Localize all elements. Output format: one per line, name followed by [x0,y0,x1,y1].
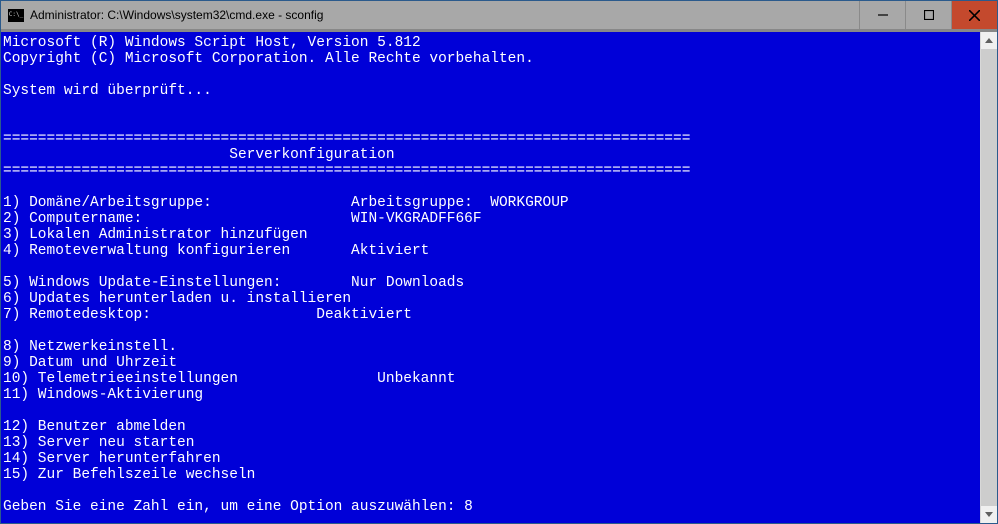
titlebar[interactable]: Administrator: C:\Windows\system32\cmd.e… [1,1,997,30]
prompt: Geben Sie eine Zahl ein, um eine Option … [3,499,980,515]
menu-item [3,259,980,275]
menu-item: 15) Zur Befehlszeile wechseln [3,467,980,483]
menu-item: 4) Remoteverwaltung konfigurieren Aktivi… [3,243,980,259]
menu-item: 11) Windows-Aktivierung [3,387,980,403]
scroll-track[interactable] [981,49,997,506]
menu-item: 12) Benutzer abmelden [3,419,980,435]
window-title: Administrator: C:\Windows\system32\cmd.e… [30,8,859,22]
menu-item: 2) Computername: WIN-VKGRADFF66F [3,211,980,227]
maximize-button[interactable] [905,1,951,29]
terminal[interactable]: Microsoft (R) Windows Script Host, Versi… [1,32,980,523]
menu-item [3,403,980,419]
copyright-line: Copyright (C) Microsoft Corporation. All… [3,51,980,67]
window-controls [859,1,997,29]
cmd-icon [8,9,24,22]
menu-item: 5) Windows Update-Einstellungen: Nur Dow… [3,275,980,291]
cmd-window: Administrator: C:\Windows\system32\cmd.e… [0,0,998,524]
script-host-line: Microsoft (R) Windows Script Host, Versi… [3,35,980,51]
separator-top: ========================================… [3,131,980,147]
menu-item [3,323,980,339]
minimize-button[interactable] [859,1,905,29]
menu-item: 3) Lokalen Administrator hinzufügen [3,227,980,243]
scroll-up-button[interactable] [981,32,997,49]
scrollbar[interactable] [980,32,997,523]
client-area: Microsoft (R) Windows Script Host, Versi… [1,30,997,523]
scroll-thumb[interactable] [981,49,997,506]
scroll-down-button[interactable] [981,506,997,523]
menu-item: 1) Domäne/Arbeitsgruppe: Arbeitsgruppe: … [3,195,980,211]
checking-line: System wird überprüft... [3,83,980,99]
separator-bottom: ========================================… [3,163,980,179]
menu-title: Serverkonfiguration [3,147,980,163]
menu-item: 8) Netzwerkeinstell. [3,339,980,355]
menu-item: 14) Server herunterfahren [3,451,980,467]
menu-item: 7) Remotedesktop: Deaktiviert [3,307,980,323]
close-button[interactable] [951,1,997,29]
menu-item: 9) Datum und Uhrzeit [3,355,980,371]
menu-item: 10) Telemetrieeinstellungen Unbekannt [3,371,980,387]
menu-item: 6) Updates herunterladen u. installieren [3,291,980,307]
menu-item: 13) Server neu starten [3,435,980,451]
